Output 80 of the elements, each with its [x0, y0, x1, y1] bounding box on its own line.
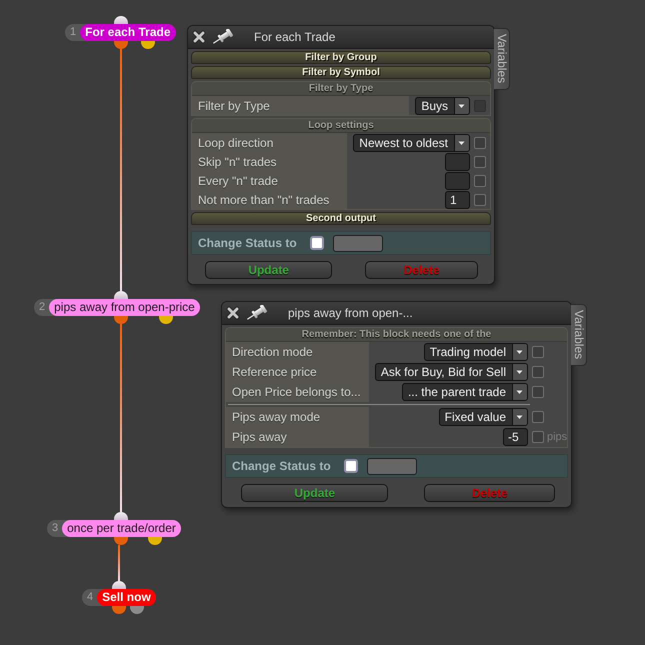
status-label: Change Status to [198, 236, 297, 250]
field-label: Not more than "n" trades [192, 190, 348, 209]
node-label[interactable]: pips away from open-price [49, 299, 200, 316]
field-label: Direction mode [226, 342, 369, 362]
node-block[interactable]: 2 pips away from open-price [34, 299, 200, 316]
dropdown[interactable]: Buys [415, 96, 470, 114]
caret-icon [512, 344, 527, 360]
number-input[interactable]: 1 [445, 190, 470, 208]
field-label: Pips away [226, 427, 369, 447]
dropdown[interactable]: Newest to oldest [353, 134, 470, 152]
close-icon[interactable] [192, 30, 206, 44]
output-port-icon[interactable] [114, 316, 128, 324]
input-port-icon[interactable] [112, 581, 126, 589]
dropdown[interactable]: Fixed value [438, 408, 528, 426]
checkbox[interactable] [532, 366, 544, 378]
node-number: 3 [51, 521, 60, 536]
panel-title: pips away from open-... [288, 306, 413, 320]
pin-icon[interactable] [211, 29, 235, 45]
field-label: Open Price belongs to... [226, 382, 369, 402]
group-title: Filter by Type [192, 82, 490, 96]
dropdown[interactable]: ... the parent trade [402, 383, 528, 401]
field-label: Every "n" trade [192, 171, 348, 190]
variables-tab[interactable]: Variables [571, 304, 587, 366]
field-label: Pips away mode [226, 407, 369, 427]
node-number: 4 [86, 590, 94, 605]
checkbox[interactable] [474, 174, 486, 186]
output-port-icon[interactable] [148, 537, 162, 545]
number-input[interactable]: -5 [503, 428, 528, 446]
input-port-icon[interactable] [114, 291, 128, 299]
output-port-icon[interactable] [130, 606, 144, 614]
status-label: Change Status to [232, 459, 331, 473]
dropdown[interactable]: Trading model [424, 343, 528, 361]
number-input[interactable] [445, 172, 470, 190]
group-title: Remember: This block needs one of the [226, 328, 567, 342]
variables-tab[interactable]: Variables [494, 28, 510, 90]
input-port-icon[interactable] [114, 512, 128, 520]
node-number: 1 [69, 25, 78, 40]
node-block[interactable]: 3 once per trade/order [47, 520, 181, 537]
panel-title: For each Trade [254, 30, 336, 44]
node-label[interactable]: For each Trade [80, 24, 176, 41]
group-title: Loop settings [192, 119, 490, 133]
checkbox[interactable] [532, 411, 544, 423]
field-label: Reference price [226, 362, 369, 382]
section-header[interactable]: Filter by Group [191, 51, 491, 64]
number-input[interactable] [445, 152, 470, 170]
checkbox[interactable] [474, 156, 486, 168]
input-port-icon[interactable] [114, 16, 128, 24]
output-port-icon[interactable] [114, 41, 128, 49]
node-block[interactable]: 1 For each Trade [65, 24, 176, 41]
section-header[interactable]: Filter by Symbol [191, 66, 491, 79]
node-label[interactable]: once per trade/order [62, 520, 181, 537]
pin-icon[interactable] [245, 305, 269, 321]
checkbox[interactable] [532, 386, 544, 398]
checkbox[interactable] [532, 346, 544, 358]
output-port-icon[interactable] [112, 606, 126, 614]
node-block[interactable]: 4 Sell now [82, 589, 156, 606]
status-field[interactable] [332, 234, 383, 252]
connector-line [118, 545, 120, 581]
caret-icon [512, 364, 527, 380]
node-label[interactable]: Sell now [97, 589, 156, 606]
caret-icon [512, 409, 527, 425]
status-checkbox[interactable] [310, 236, 324, 250]
node-number: 2 [38, 300, 46, 315]
section-header[interactable]: Second output [191, 212, 491, 225]
field-label: Loop direction [192, 133, 348, 152]
status-checkbox[interactable] [344, 459, 358, 473]
checkbox[interactable] [532, 431, 544, 443]
close-icon[interactable] [226, 306, 240, 320]
checkbox[interactable] [474, 136, 486, 148]
output-port-icon[interactable] [114, 537, 128, 545]
caret-icon [454, 134, 469, 150]
dropdown[interactable]: Ask for Buy, Bid for Sell [374, 363, 528, 381]
output-port-icon[interactable] [141, 41, 155, 49]
field-label: Filter by Type [192, 96, 410, 115]
checkbox[interactable] [474, 194, 486, 206]
caret-icon [512, 384, 527, 400]
caret-icon [454, 98, 469, 114]
field-label: Skip "n" trades [192, 152, 348, 171]
status-field[interactable] [366, 458, 417, 474]
output-port-icon[interactable] [159, 316, 173, 324]
